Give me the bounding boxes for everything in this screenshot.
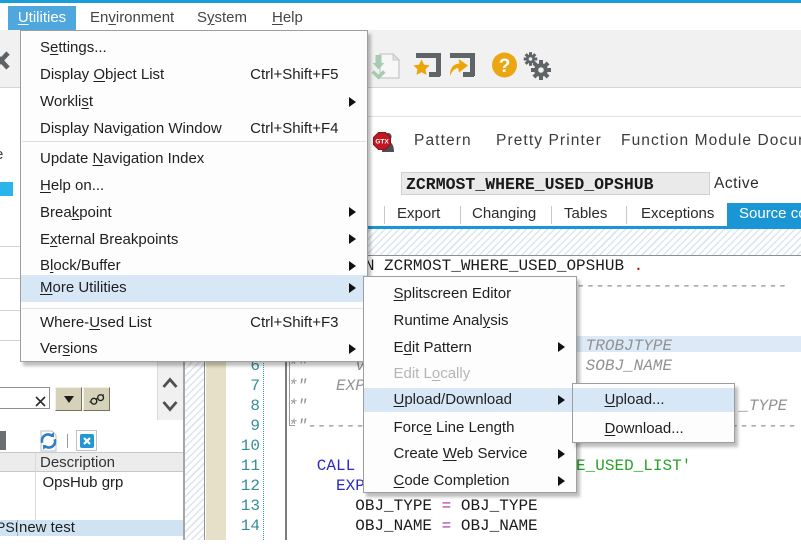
- svg-text:GTX: GTX: [375, 139, 389, 146]
- svg-text:?: ?: [499, 56, 511, 77]
